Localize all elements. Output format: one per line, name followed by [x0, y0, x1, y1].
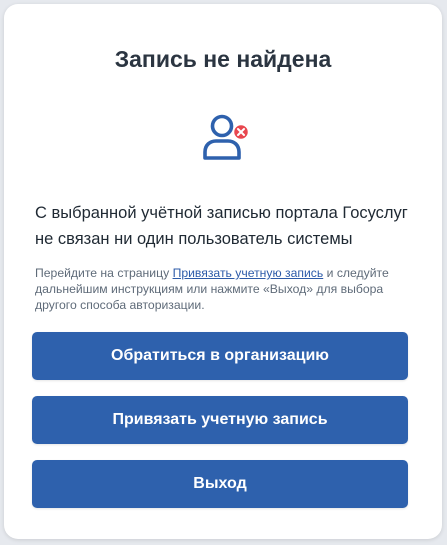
dialog-hint: Перейдите на страницу Привязать учетную …: [35, 265, 418, 313]
dialog-title: Запись не найдена: [114, 46, 332, 72]
exit-button[interactable]: Выход: [32, 460, 408, 508]
contact-organization-button[interactable]: Обратиться в организацию: [32, 332, 408, 380]
hint-prefix: Перейдите на страницу: [35, 266, 173, 280]
dialog-message: С выбранной учётной записью портала Госу…: [35, 204, 408, 248]
user-not-found-icon: [196, 108, 252, 164]
link-account-button[interactable]: Привязать учетную запись: [32, 396, 408, 444]
record-not-found-dialog: Запись не найдена С выбранной учётной за…: [4, 4, 442, 539]
link-account-link[interactable]: Привязать учетную запись: [173, 266, 324, 280]
